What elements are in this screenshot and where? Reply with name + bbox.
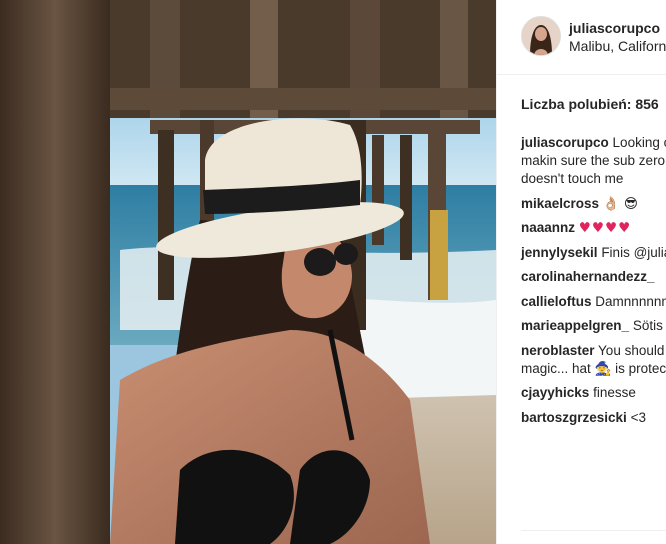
post-username[interactable]: juliascorupco <box>569 20 660 36</box>
post-location[interactable]: Malibu, California <box>569 38 666 54</box>
comments-list: juliascorupco Looking out & makin sure t… <box>521 134 666 427</box>
comment-item: carolinahernandezz_ <box>521 268 666 286</box>
comment-author[interactable]: jennylysekil <box>521 245 598 260</box>
comment-item: cjayyhicks finesse <box>521 384 666 402</box>
post-photo[interactable] <box>0 0 496 544</box>
comment-text-continued: magic... hat 🧙 is protected <box>521 360 666 376</box>
post-side-panel: juliascorupco Malibu, California Liczba … <box>496 0 666 544</box>
comment-text: finesse <box>593 385 636 400</box>
comment-item: mikaelcross 👌🏼 😎 <box>521 195 666 213</box>
comment-author[interactable]: neroblaster <box>521 343 595 358</box>
comment-emoji: 👌🏼 😎 <box>602 195 639 212</box>
avatar-image <box>522 17 560 55</box>
caption-author[interactable]: juliascorupco <box>521 135 609 150</box>
likes-count[interactable]: Liczba polubień: 856 <box>521 96 659 112</box>
avatar[interactable] <box>521 16 561 56</box>
comment-item: jennylysekil Finis @julia <box>521 244 666 262</box>
beach-photo-image <box>0 0 496 544</box>
comment-text: Sötis <box>632 318 663 333</box>
comment-author[interactable]: cjayyhicks <box>521 385 589 400</box>
comment-author[interactable]: marieappelgren_ <box>521 318 629 333</box>
comment-text: Damnnnnnn <box>595 293 666 309</box>
comment-text: <3 <box>630 409 646 425</box>
post-header: juliascorupco Malibu, California <box>497 0 666 75</box>
comment-item: neroblaster You should magic... hat 🧙 is… <box>521 342 666 378</box>
comment-item: naaannz ♥♥♥♥ <box>521 219 666 237</box>
comment-author[interactable]: callieloftus <box>521 294 592 309</box>
hearts-emoji: ♥♥♥♥ <box>578 220 632 236</box>
comment-author[interactable]: carolinahernandezz_ <box>521 269 655 284</box>
panel-divider <box>521 530 666 531</box>
caption: juliascorupco Looking out & makin sure t… <box>521 134 666 188</box>
comment-item: bartoszgrzesicki <3 <box>521 409 666 427</box>
comment-author[interactable]: mikaelcross <box>521 196 599 211</box>
comment-author[interactable]: bartoszgrzesicki <box>521 410 627 425</box>
comment-text: You should <box>598 342 665 358</box>
comment-item: marieappelgren_ Sötis <box>521 317 666 335</box>
comment-text: Finis @julia <box>601 244 666 260</box>
comment-item: callieloftus Damnnnnnn <box>521 293 666 311</box>
comment-author[interactable]: naaannz <box>521 220 575 235</box>
